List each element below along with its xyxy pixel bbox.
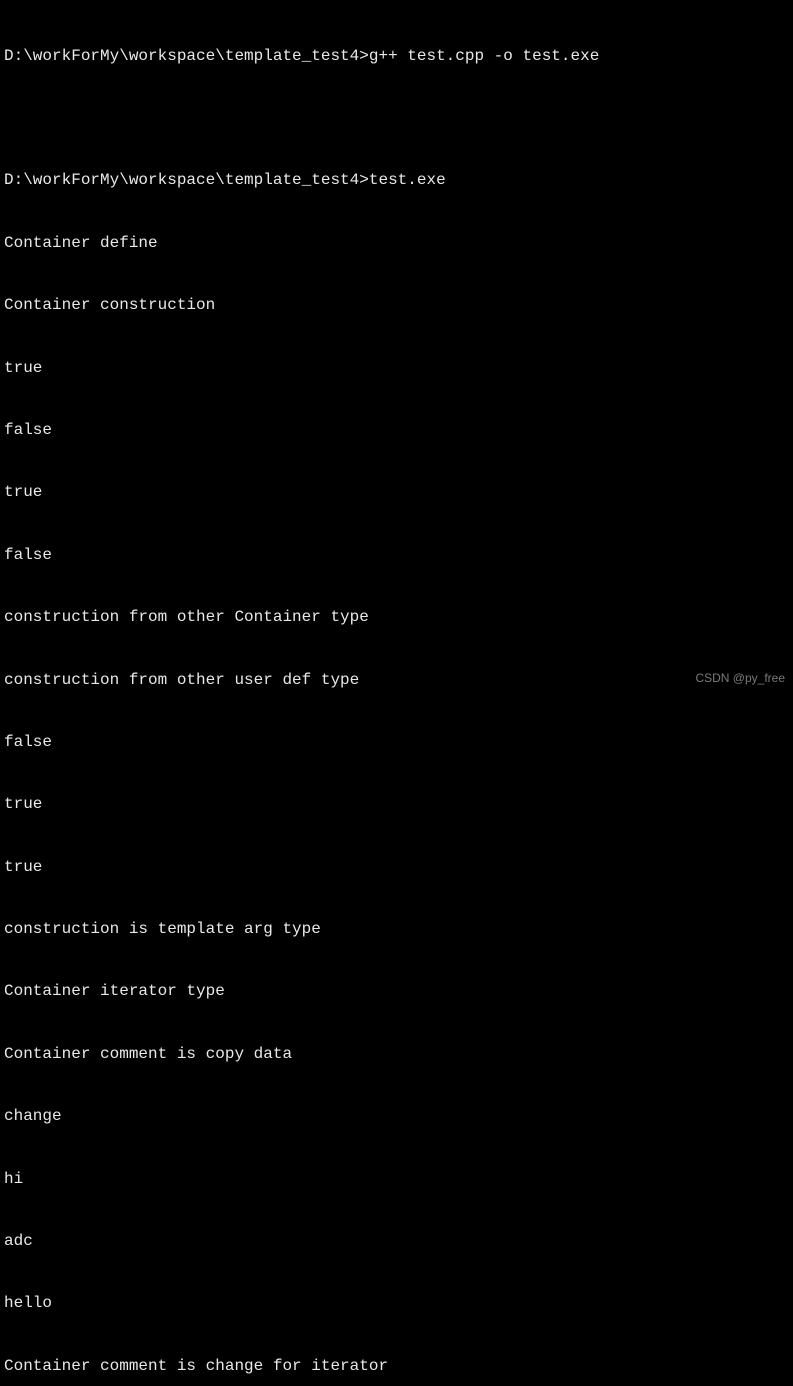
output-line: Container comment is change for iterator [4,1356,789,1377]
output-line: construction from other Container type [4,607,789,628]
output-line: false [4,545,789,566]
command-text: test.exe [369,170,446,191]
output-line: construction is template arg type [4,919,789,940]
prompt-path: D:\workForMy\workspace\template_test4> [4,46,369,67]
output-line: Container iterator type [4,981,789,1002]
output-line: false [4,732,789,753]
output-line: true [4,482,789,503]
watermark-text: CSDN @py_free [695,671,785,687]
output-line: true [4,794,789,815]
output-line: Container comment is copy data [4,1044,789,1065]
command-text: g++ test.cpp -o test.exe [369,46,599,67]
output-line: adc [4,1231,789,1252]
output-line: true [4,358,789,379]
output-line: Container construction [4,295,789,316]
terminal-window[interactable]: D:\workForMy\workspace\template_test4>g+… [4,4,789,1386]
output-line: true [4,857,789,878]
output-line: hello [4,1293,789,1314]
output-line: Container define [4,233,789,254]
output-line: hi [4,1169,789,1190]
command-line-2: D:\workForMy\workspace\template_test4>te… [4,170,789,191]
prompt-path: D:\workForMy\workspace\template_test4> [4,170,369,191]
output-line: false [4,420,789,441]
blank-line [4,108,789,129]
output-line: construction from other user def type [4,670,789,691]
output-line: change [4,1106,789,1127]
command-line-1: D:\workForMy\workspace\template_test4>g+… [4,46,789,67]
